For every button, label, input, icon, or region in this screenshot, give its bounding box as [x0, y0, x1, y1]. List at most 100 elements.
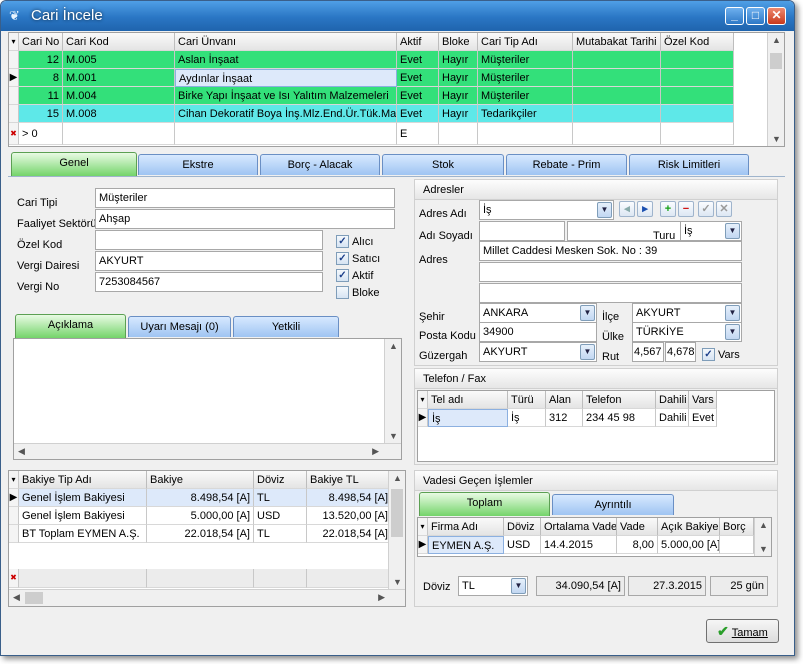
cell-bloke[interactable]: Hayır	[439, 87, 478, 105]
table-row[interactable]: 11 M.004 Birke Yapı İnşaat ve Isı Yalıtım …	[9, 87, 784, 105]
grid-header-indicator[interactable]: ▾	[418, 391, 428, 409]
col-header-bakiye-tl[interactable]: Bakiye TL	[307, 471, 392, 489]
cell-bakiye[interactable]: 8.498,54 [A]	[147, 489, 254, 507]
adres-adi-select[interactable]: İş ▼	[479, 200, 614, 220]
doviz-select[interactable]: TL ▼	[458, 576, 528, 596]
cell-empty[interactable]	[573, 105, 661, 123]
cari-tipi-field[interactable]: Müşteriler	[95, 188, 395, 208]
chevron-down-icon[interactable]: ▼	[597, 202, 612, 218]
vergi-dairesi-field[interactable]: AKYURT	[95, 251, 323, 271]
tab-yetkili[interactable]: Yetkili	[233, 316, 339, 337]
col-header-cari-no[interactable]: Cari No	[19, 33, 63, 51]
tab-risk-limitleri[interactable]: Risk Limitleri	[629, 154, 749, 175]
cell-tl[interactable]: 13.520,00 [A]	[307, 507, 392, 525]
table-row[interactable]: ▶ Genel İşlem Bakiyesi 8.498,54 [A] TL 8.498…	[9, 489, 405, 507]
col-header-tel-adi[interactable]: Tel adı	[428, 391, 508, 409]
first-record-icon[interactable]: ◂	[619, 201, 635, 217]
cell-aktif[interactable]: Evet	[397, 51, 439, 69]
tamam-button[interactable]: ✔ Tamam	[706, 619, 779, 643]
tab-ayrintili[interactable]: Ayrıntılı	[552, 494, 674, 515]
table-row[interactable]: Genel İşlem Bakiyesi 5.000,00 [A] USD 13.52…	[9, 507, 405, 525]
ozel-kod-field[interactable]	[95, 230, 323, 250]
table-row[interactable]: ▶ İş İş 312 234 45 98 Dahili Evet	[418, 409, 774, 427]
cell-ad[interactable]: BT Toplam EYMEN A.Ş.	[19, 525, 147, 543]
chevron-down-icon[interactable]: ▼	[511, 578, 526, 594]
tab-aciklama[interactable]: Açıklama	[15, 314, 126, 338]
adi-field[interactable]	[479, 221, 565, 241]
col-header-cari-tip[interactable]: Cari Tip Adı	[478, 33, 573, 51]
tab-stok[interactable]: Stok	[382, 154, 504, 175]
filter-row[interactable]: ✖ > 0 E	[9, 123, 784, 145]
turu-select[interactable]: İş ▼	[680, 221, 742, 241]
table-row[interactable]: 15 M.008 Cihan Dekoratif Boya İnş.Mlz.End.…	[9, 105, 784, 123]
grid-header-indicator[interactable]: ▾	[9, 33, 19, 51]
col-header-bakiye-tip[interactable]: Bakiye Tip Adı	[19, 471, 147, 489]
col-header-aktif[interactable]: Aktif	[397, 33, 439, 51]
scroll-up-icon[interactable]: ▲	[393, 473, 402, 483]
cell-bakiye[interactable]: 5.000,00 [A]	[147, 507, 254, 525]
cell-empty[interactable]	[661, 69, 734, 87]
bloke-checkbox[interactable]	[336, 286, 349, 299]
bakiye-grid[interactable]: ▾ Bakiye Tip Adı Bakiye Döviz Bakiye TL …	[8, 470, 406, 607]
satici-checkbox[interactable]: ✓	[336, 252, 349, 265]
col-header-bakiye[interactable]: Bakiye	[147, 471, 254, 489]
chevron-down-icon[interactable]: ▼	[725, 324, 740, 340]
maximize-button[interactable]: □	[746, 7, 765, 25]
tab-toplam[interactable]: Toplam	[419, 492, 550, 516]
cell-bloke[interactable]: Hayır	[439, 51, 478, 69]
scroll-down-icon[interactable]: ▼	[772, 134, 781, 144]
cell-empty[interactable]	[661, 51, 734, 69]
filter-cari-no[interactable]: > 0	[19, 123, 63, 145]
posta-kodu-field[interactable]: 34900	[479, 322, 597, 342]
col-header-telefon[interactable]: Telefon	[583, 391, 656, 409]
col-header-borc[interactable]: Borç	[720, 518, 754, 536]
cell-bakiye[interactable]: 22.018,54 [A]	[147, 525, 254, 543]
cell-empty[interactable]	[661, 87, 734, 105]
cell-ad[interactable]: Genel İşlem Bakiyesi	[19, 507, 147, 525]
alici-checkbox[interactable]: ✓	[336, 235, 349, 248]
ulke-select[interactable]: TÜRKİYE ▼	[632, 322, 742, 342]
col-header-ozel-kod[interactable]: Özel Kod	[661, 33, 734, 51]
scroll-up-icon[interactable]: ▲	[389, 341, 398, 351]
tab-genel[interactable]: Genel	[11, 152, 137, 176]
cell-bloke[interactable]: Hayır	[439, 105, 478, 123]
sehir-select[interactable]: ANKARA ▼	[479, 303, 597, 323]
cell-unvan[interactable]: Birke Yapı İnşaat ve Isı Yalıtım Malzeme…	[175, 87, 397, 105]
cell-kod[interactable]: M.001	[63, 69, 175, 87]
adres-line-3[interactable]	[479, 283, 742, 303]
minimize-button[interactable]: _	[725, 7, 744, 25]
cell-doviz[interactable]: USD	[254, 507, 307, 525]
cell-aktif[interactable]: Evet	[397, 87, 439, 105]
col-header-ortalama-vade[interactable]: Ortalama Vade	[541, 518, 617, 536]
scroll-right-icon[interactable]: ▶	[378, 592, 385, 603]
cell-empty[interactable]	[573, 87, 661, 105]
delete-icon[interactable]: −	[678, 201, 694, 217]
col-header-vars[interactable]: Vars	[689, 391, 717, 409]
cell-doviz[interactable]: TL	[254, 489, 307, 507]
cell-bloke[interactable]: Hayır	[439, 69, 478, 87]
col-header-alan[interactable]: Alan	[546, 391, 583, 409]
cell-unvan[interactable]: Cihan Dekoratif Boya İnş.Mlz.End.Ür.Tük.…	[175, 105, 397, 123]
adres-line-2[interactable]	[479, 262, 742, 282]
table-row[interactable]: ▶ EYMEN A.Ş. USD 14.4.2015 8,00 5.000,00…	[418, 536, 771, 554]
chevron-down-icon[interactable]: ▼	[580, 305, 595, 321]
scroll-down-icon[interactable]: ▼	[389, 431, 398, 441]
cell-unvan[interactable]: Aslan İnşaat	[175, 51, 397, 69]
ilce-select[interactable]: AKYURT ▼	[632, 303, 742, 323]
firma-cell[interactable]: EYMEN A.Ş.	[428, 536, 504, 554]
filter-aktif[interactable]: E	[397, 123, 439, 145]
col-header-firma[interactable]: Firma Adı	[428, 518, 504, 536]
col-header-dahili[interactable]: Dahili	[656, 391, 689, 409]
cell-tl[interactable]: 22.018,54 [A]	[307, 525, 392, 543]
aktif-checkbox[interactable]: ✓	[336, 269, 349, 282]
vadesi-grid[interactable]: ▾ Firma Adı Döviz Ortalama Vade Vade Açı…	[417, 517, 772, 557]
tab-rebate-prim[interactable]: Rebate - Prim	[506, 154, 627, 175]
scroll-down-icon[interactable]: ▼	[759, 544, 768, 554]
confirm-icon[interactable]: ✓	[698, 201, 714, 217]
cell-empty[interactable]	[573, 51, 661, 69]
col-header-mutabakat[interactable]: Mutabakat Tarihi	[573, 33, 661, 51]
cell-aktif[interactable]: Evet	[397, 105, 439, 123]
col-header-bloke[interactable]: Bloke	[439, 33, 478, 51]
cancel-icon[interactable]: ✕	[716, 201, 732, 217]
col-header-doviz[interactable]: Döviz	[254, 471, 307, 489]
